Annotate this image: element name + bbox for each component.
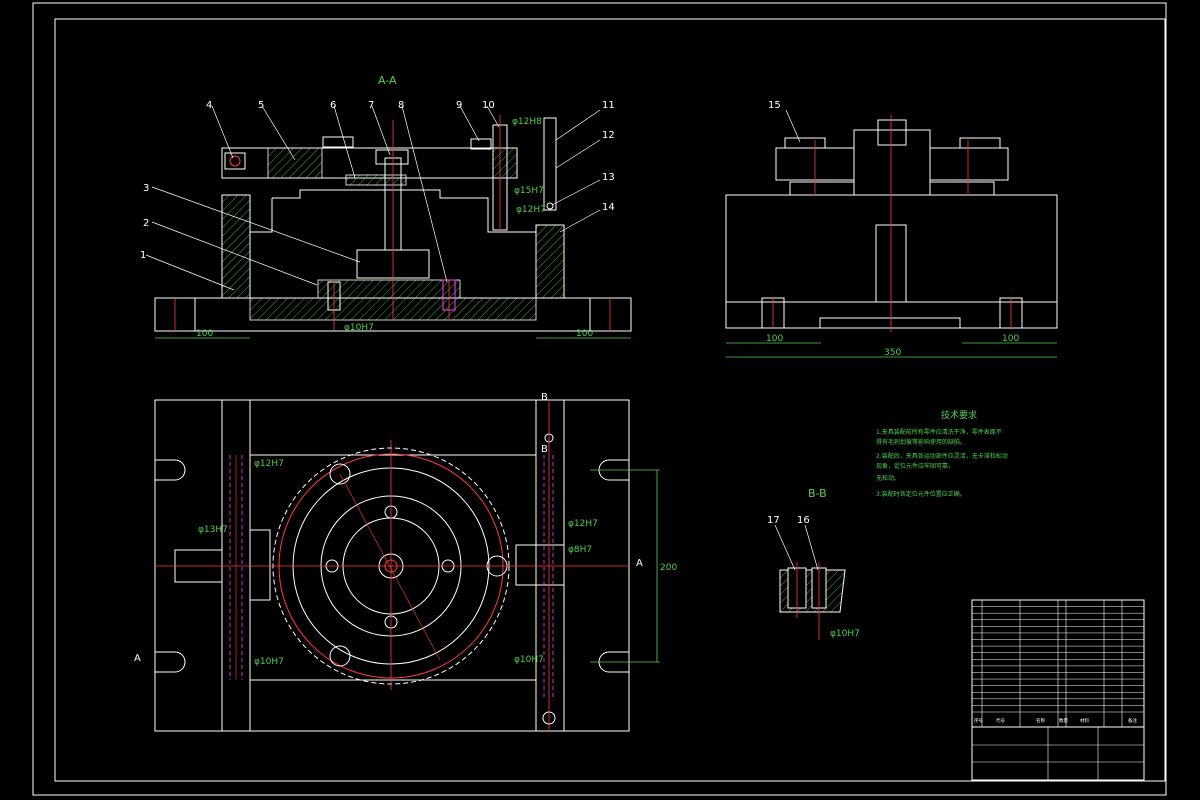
part-label-16: 16 [797, 515, 810, 526]
lever-hole [546, 202, 554, 210]
cad-drawing: A-A 100 100 φ10H7 φ12H8 φ15H7 φ12H7 1 2 … [32, 2, 1167, 796]
dim-plan-height: 200 [660, 563, 677, 573]
part-label-11: 11 [602, 100, 615, 111]
section-a-a-view: A-A 100 100 φ10H7 φ12H8 φ15H7 φ12H7 [154, 74, 632, 339]
dim-side-left: 100 [766, 334, 783, 344]
dim-front-right: 100 [576, 329, 593, 339]
top-plate-hatch-right [492, 147, 518, 179]
part-label-9: 9 [456, 100, 462, 111]
part-label-5: 5 [258, 100, 264, 111]
dim-plan-2: φ13H7 [198, 525, 228, 535]
section-marker-a-right: A [636, 558, 643, 569]
dim-bore-low: φ12H7 [516, 205, 546, 215]
dim-bb: φ10H7 [830, 629, 860, 639]
dim-bore-front: φ10H7 [344, 323, 374, 333]
bom-header-name: 名称 [1036, 717, 1045, 724]
section-aa-title: A-A [378, 74, 397, 87]
clamp-nut-bar [345, 174, 407, 186]
dim-bore-top: φ12H8 [512, 117, 542, 127]
part-label-2: 2 [143, 218, 149, 229]
top-plate-hatch-left [267, 147, 323, 179]
dim-plan-3: φ10H7 [254, 657, 284, 667]
notes-title: 技术要求 [941, 409, 977, 421]
stud-nut [375, 149, 409, 165]
top-plate [221, 147, 518, 179]
part-label-17: 17 [767, 515, 780, 526]
hinge-hole [229, 155, 241, 167]
right-wall [535, 224, 565, 299]
dim-plan-6: φ10H7 [514, 655, 544, 665]
part-label-3: 3 [143, 183, 149, 194]
note-line-2: 得有毛刺划痕等影响使用的缺陷。 [876, 438, 966, 446]
lever-pin [543, 117, 557, 211]
hinge-pin [224, 152, 246, 170]
dim-front-left: 100 [196, 329, 213, 339]
dim-bore-mid: φ15H7 [514, 186, 544, 196]
note-line-3: 2.装配后，夹具各运动部件应灵活，无卡滞和松动 [876, 452, 1008, 460]
section-b-b-view: B-B 17 16 φ10H7 [767, 487, 860, 640]
dim-plan-4: φ12H7 [568, 519, 598, 529]
bom-header-mat: 材料 [1080, 717, 1089, 724]
note-line-5: 无松动。 [876, 474, 900, 482]
foot-right [589, 297, 632, 332]
locating-plate [317, 279, 461, 299]
part-label-8: 8 [398, 100, 404, 111]
part-label-12: 12 [602, 130, 615, 141]
note-line-6: 3.装配时各定位元件位置应正确。 [876, 490, 966, 498]
screw-top-left [322, 136, 354, 148]
dim-side-total: 350 [884, 348, 901, 358]
part-label-15: 15 [768, 100, 781, 111]
section-marker-b-bottom: B [541, 444, 548, 455]
dim-side-right: 100 [1002, 334, 1019, 344]
inner-body-2 [250, 198, 273, 233]
bom-header-code: 代号 [996, 717, 1005, 724]
bom-header-qty: 数量 [1059, 717, 1068, 724]
bom-header-note: 备注 [1128, 717, 1137, 724]
part-label-4: 4 [206, 100, 212, 111]
part-label-7: 7 [368, 100, 374, 111]
section-marker-b-top: B [541, 392, 548, 403]
outer-frame [32, 2, 1167, 796]
part-label-1: 1 [140, 250, 146, 261]
dim-plan-5: φ8H7 [568, 545, 592, 555]
section-marker-a-left: A [134, 653, 141, 664]
part-label-14: 14 [602, 202, 615, 213]
section-bb-title: B-B [808, 487, 827, 500]
inner-body [272, 189, 536, 233]
part-label-13: 13 [602, 172, 615, 183]
title-block: 序号 代号 名称 数量 材料 备注 [971, 599, 1145, 781]
dim-plan-1: φ12H7 [254, 459, 284, 469]
part-label-6: 6 [330, 100, 336, 111]
bom-header-no: 序号 [974, 717, 983, 724]
part-label-10: 10 [482, 100, 495, 111]
note-line-4: 现象，定位元件应牢固可靠， [876, 462, 954, 470]
technical-notes: 技术要求 1.夹具装配前所有零件应清洗干净，零件表面不 得有毛刺划痕等影响使用的… [876, 409, 1008, 498]
plan-view: 200 φ12H7 φ13H7 φ10H7 φ12H7 φ8H7 φ10H7 A… [134, 392, 677, 732]
left-wall [221, 194, 251, 299]
side-view: 15 100 100 350 [725, 100, 1058, 358]
note-line-1: 1.夹具装配前所有零件应清洗干净，零件表面不 [876, 428, 1002, 436]
